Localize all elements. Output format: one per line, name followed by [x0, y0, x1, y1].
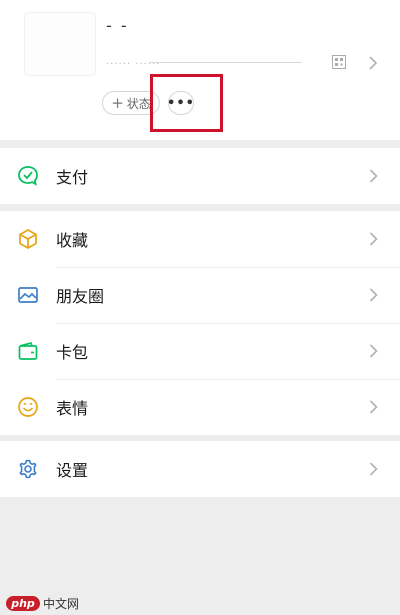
- wechat-pay-icon: [18, 166, 38, 186]
- menu-item-pay[interactable]: 支付: [0, 148, 400, 204]
- menu-item-favorites[interactable]: 收藏: [0, 211, 400, 267]
- profile-name: - -: [106, 16, 129, 35]
- chevron-right-icon: [369, 462, 378, 476]
- image-icon: [18, 287, 38, 303]
- menu-item-settings[interactable]: 设置: [0, 441, 400, 497]
- profile-header[interactable]: - - ...... ...... + 状态 •••: [0, 0, 400, 140]
- chevron-right-icon: [369, 232, 378, 246]
- menu-item-label: 表情: [56, 399, 89, 418]
- menu-item-label: 卡包: [56, 343, 89, 362]
- chevron-right-icon[interactable]: [368, 56, 378, 70]
- menu-item-cards[interactable]: 卡包: [0, 323, 400, 379]
- status-label: 状态: [126, 96, 151, 111]
- menu-item-stickers[interactable]: 表情: [0, 379, 400, 435]
- wallet-icon: [18, 341, 38, 360]
- highlight-annotation: [150, 74, 223, 132]
- watermark: php 中文网: [6, 595, 79, 612]
- menu-group-pay: 支付: [0, 148, 400, 204]
- smiley-icon: [18, 397, 38, 417]
- menu-group-features: 收藏 朋友圈 卡包 表情: [0, 211, 400, 435]
- menu-item-label: 收藏: [56, 231, 89, 250]
- chevron-right-icon: [369, 344, 378, 358]
- watermark-text: 中文网: [43, 597, 80, 611]
- menu-item-label: 设置: [56, 461, 89, 480]
- chevron-right-icon: [369, 288, 378, 302]
- avatar[interactable]: [24, 12, 96, 76]
- gear-icon: [19, 459, 37, 479]
- chevron-right-icon: [369, 400, 378, 414]
- cube-icon: [19, 229, 37, 249]
- php-logo: php: [6, 596, 40, 611]
- menu-item-label: 朋友圈: [56, 287, 105, 306]
- plus-icon: +: [111, 93, 124, 112]
- menu-item-moments[interactable]: 朋友圈: [0, 267, 400, 323]
- chevron-right-icon: [369, 169, 378, 183]
- wechat-id-blurred: [150, 62, 302, 63]
- menu-group-settings: 设置: [0, 441, 400, 497]
- menu-item-label: 支付: [56, 168, 89, 187]
- qr-code-icon[interactable]: [332, 55, 346, 69]
